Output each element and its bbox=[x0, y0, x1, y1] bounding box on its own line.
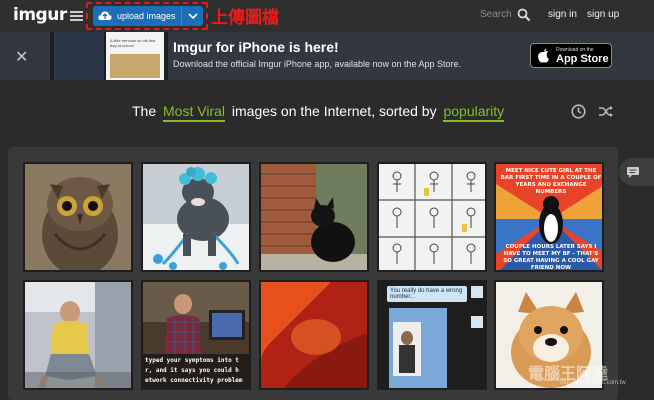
upload-dropdown-button[interactable] bbox=[181, 6, 203, 26]
search-input[interactable]: Search bbox=[480, 9, 512, 20]
app-store-big-text: App Store bbox=[556, 53, 609, 65]
close-icon[interactable]: ✕ bbox=[15, 47, 28, 67]
sort-by-dropdown[interactable]: popularity bbox=[443, 103, 505, 122]
meme-top-text: MEET NICE CUTE GIRL AT THE BAR FIRST TIM… bbox=[500, 168, 602, 195]
gallery-thumb-black-cat[interactable] bbox=[259, 162, 369, 272]
heading-prefix: The bbox=[132, 103, 157, 119]
search-icon[interactable] bbox=[517, 8, 531, 22]
gallery-thumb-penguin-meme[interactable]: MEET NICE CUTE GIRL AT THE BAR FIRST TIM… bbox=[494, 162, 604, 272]
phone-screenshot-image: A little nervous on his first day at sch… bbox=[50, 32, 168, 80]
gallery-heading: The Most Viral images on the Internet, s… bbox=[132, 103, 507, 122]
shuffle-icon[interactable] bbox=[598, 105, 614, 118]
iphone-app-banner: ✕ A little nervous on his first day at s… bbox=[0, 32, 654, 80]
chat-bubble-icon bbox=[627, 167, 639, 178]
phone-screen-text: A little nervous on his first day at sch… bbox=[110, 38, 156, 48]
upload-images-label: upload images bbox=[117, 11, 176, 21]
meme-caption-text: typed your symptoms into t r, and it say… bbox=[145, 357, 243, 384]
gallery-thumb-man-computer[interactable]: typed your symptoms into t r, and it say… bbox=[141, 280, 251, 390]
chevron-down-icon bbox=[188, 13, 198, 20]
app-store-button[interactable]: Download on the App Store bbox=[530, 43, 612, 68]
gallery-thumb-comic[interactable] bbox=[377, 162, 487, 272]
gallery-thumb-man-subway[interactable] bbox=[23, 280, 133, 390]
clock-icon[interactable] bbox=[571, 104, 586, 119]
banner-title: Imgur for iPhone is here! bbox=[173, 39, 339, 55]
gallery-thumb-owl[interactable] bbox=[23, 162, 133, 272]
chat-message-bubble: You really do have a wrong number... bbox=[387, 286, 467, 302]
banner-subtitle: Download the official Imgur iPhone app, … bbox=[173, 59, 462, 69]
comments-side-tab[interactable] bbox=[619, 158, 654, 186]
gallery-thumb-red-abstract[interactable] bbox=[259, 280, 369, 390]
cloud-upload-icon bbox=[98, 11, 112, 20]
heading-middle: images on the Internet, sorted by bbox=[231, 103, 437, 119]
imgur-logo[interactable]: imgur bbox=[13, 5, 67, 25]
upload-images-button[interactable]: upload images bbox=[93, 6, 181, 26]
sign-up-link[interactable]: sign up bbox=[587, 9, 619, 20]
apple-icon bbox=[538, 48, 549, 63]
top-navbar: imgur upload images 上傳圖檔 Search sign in … bbox=[0, 0, 654, 32]
site-watermark-url: http://www.kocpc.com.tw bbox=[560, 380, 626, 386]
gallery-thumb-dog-bath[interactable] bbox=[141, 162, 251, 272]
sort-filter-dropdown[interactable]: Most Viral bbox=[163, 103, 225, 122]
sign-in-link[interactable]: sign in bbox=[548, 9, 577, 20]
meme-bottom-text: COUPLE HOURS LATER SAYS I HAVE TO MEET M… bbox=[503, 244, 599, 271]
menu-icon[interactable] bbox=[70, 11, 83, 22]
gallery-thumb-text-chat[interactable]: You really do have a wrong number... bbox=[377, 280, 487, 390]
annotation-label: 上傳圖檔 bbox=[211, 8, 279, 28]
